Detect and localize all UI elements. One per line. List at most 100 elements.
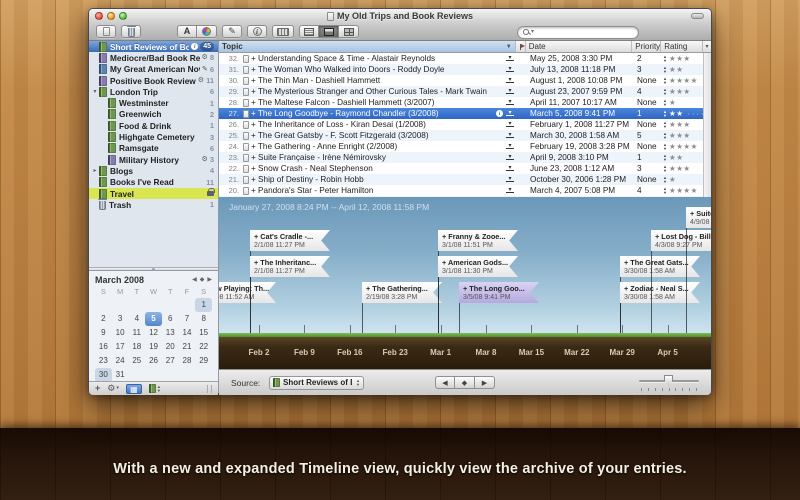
rating-stars[interactable]: ★★ ···· <box>669 109 703 118</box>
table-row[interactable]: 20.+ Pandora's Star - Peter Hamilton▾Mar… <box>219 185 703 196</box>
sidebar-item-greenwich[interactable]: Greenwich2 <box>89 109 218 120</box>
calendar-day[interactable]: 20 <box>162 340 179 354</box>
table-row[interactable]: 30.+ The Thin Man - Dashiell Hammett▾Aug… <box>219 75 703 86</box>
table-row[interactable]: 27.+ The Long Goodbye - Raymond Chandler… <box>219 108 703 119</box>
sidebar-item-mediocre-bad-book-rev[interactable]: Mediocre/Bad Book Rev...⚙8 <box>89 52 218 63</box>
column-header-priority[interactable]: Priority <box>632 41 661 52</box>
sidebar-item-travel[interactable]: Travel <box>89 188 218 199</box>
priority-stepper[interactable]: ▲▼ <box>663 143 667 150</box>
timeline-zoom-slider[interactable] <box>639 374 699 392</box>
search-options-caret[interactable]: ▾ <box>531 29 534 35</box>
calendar-day[interactable]: 16 <box>95 340 112 354</box>
calendar-day[interactable]: 6 <box>162 312 179 326</box>
priority-stepper[interactable]: ▲▼ <box>663 165 667 172</box>
rating-stars[interactable]: ★★★ <box>669 120 691 129</box>
disclosure-open-icon[interactable]: ▾ <box>91 88 99 95</box>
calendar-day[interactable]: 18 <box>128 340 145 354</box>
annotate-button[interactable]: ✎ <box>222 25 242 38</box>
rating-stars[interactable]: ★★★ <box>669 164 691 173</box>
sidebar-item-blogs[interactable]: ▸Blogs4 <box>89 165 218 176</box>
journal-switcher-button[interactable]: ▲▼ <box>149 384 161 393</box>
slider-thumb[interactable] <box>664 375 673 386</box>
priority-stepper[interactable]: ▲▼ <box>663 154 667 161</box>
timeline-flag[interactable]: + The Long Goo...3/5/08 9:41 PM <box>459 282 539 303</box>
priority-stepper[interactable]: ▲▼ <box>663 176 667 183</box>
info-badge-icon[interactable]: i <box>496 110 503 117</box>
sidebar-item-food-drink[interactable]: Food & Drink1 <box>89 120 218 131</box>
calendar-day[interactable]: 5 <box>145 312 162 326</box>
table-row[interactable]: 31.+ The Woman Who Walked into Doors - R… <box>219 64 703 75</box>
calendar-day[interactable]: 10 <box>112 326 129 340</box>
calendar-day[interactable]: 12 <box>145 326 162 340</box>
info-badge-icon[interactable]: i <box>191 43 198 50</box>
rating-stars[interactable]: ★★★ <box>669 87 691 96</box>
calendar-day[interactable]: 4 <box>128 312 145 326</box>
disclosure-closed-icon[interactable]: ▸ <box>91 167 99 174</box>
timeline-flag[interactable]: + Cat's Cradle -...2/1/08 11:27 PM <box>250 230 330 251</box>
calendar-prev-button[interactable]: ◀ <box>192 276 197 283</box>
action-menu-button[interactable]: ⚙▾ <box>107 384 119 393</box>
table-scrollbar[interactable] <box>703 53 711 197</box>
grid-view-button[interactable] <box>339 25 359 38</box>
calendar-day[interactable]: 2 <box>95 312 112 326</box>
sidebar-item-highgate-cemetery[interactable]: Highgate Cemetery3 <box>89 131 218 142</box>
calendar-day[interactable]: 14 <box>179 326 196 340</box>
priority-stepper[interactable]: ▲▼ <box>663 66 667 73</box>
minimize-button[interactable] <box>107 12 115 20</box>
delete-entry-button[interactable] <box>121 25 141 38</box>
priority-stepper[interactable]: ▲▼ <box>663 88 667 95</box>
timeline-flag[interactable]: + The Gathering...2/19/08 3:28 PM <box>362 282 442 303</box>
table-row[interactable]: 25.+ The Great Gatsby - F. Scott Fitzger… <box>219 130 703 141</box>
sidebar-item-london-trip[interactable]: ▾London Trip6 <box>89 86 218 97</box>
calendar-day[interactable]: 25 <box>128 354 145 368</box>
table-row[interactable]: 24.+ The Gathering - Anne Enright (2/200… <box>219 141 703 152</box>
timeline-flag[interactable]: + Franny & Zooe...3/1/08 11:51 PM <box>438 230 518 251</box>
sidebar-item-trash[interactable]: Trash1 <box>89 199 218 210</box>
calendar-day[interactable]: 7 <box>179 312 196 326</box>
add-journal-button[interactable]: + <box>95 384 100 393</box>
info-button[interactable]: i <box>247 25 267 38</box>
priority-stepper[interactable]: ▲▼ <box>663 110 667 117</box>
calendar-day[interactable]: 28 <box>179 354 196 368</box>
sidebar-item-westminster[interactable]: Westminster1 <box>89 97 218 108</box>
rating-stars[interactable]: ★★★★ <box>669 76 698 85</box>
colors-button[interactable] <box>197 25 217 38</box>
calendar-day[interactable]: 8 <box>195 312 212 326</box>
titlebar[interactable]: My Old Trips and Book Reviews <box>89 9 711 23</box>
table-row[interactable]: 21.+ Ship of Destiny - Robin Hobb▾Octobe… <box>219 174 703 185</box>
timeline-back-button[interactable]: ◀ <box>435 376 455 389</box>
calendar-day[interactable]: 21 <box>179 340 196 354</box>
table-row[interactable]: 29.+ The Mysterious Stranger and Other C… <box>219 86 703 97</box>
rating-stars[interactable]: ★★★★ <box>669 186 698 195</box>
timeline-flag[interactable]: + American Gods...3/1/08 11:30 PM <box>438 256 518 277</box>
calendar-next-button[interactable]: ▶ <box>207 276 212 283</box>
sidebar-item-ramsgate[interactable]: Ramsgate6 <box>89 143 218 154</box>
table-row[interactable]: 22.+ Snow Crash - Neal Stephenson▾June 2… <box>219 163 703 174</box>
timeline-flag[interactable]: + Zodiac - Neal S...3/30/08 1:58 AM <box>620 282 700 303</box>
new-entry-button[interactable] <box>96 25 116 38</box>
timeline-flag[interactable]: + The Great Gats...3/30/08 1:58 AM <box>620 256 700 277</box>
toolbar-toggle-pill[interactable] <box>691 13 704 19</box>
sidebar-item-short-reviews-of-boo[interactable]: Short Reviews of Booi45 <box>89 41 218 52</box>
calendar-day[interactable]: 29 <box>195 354 212 368</box>
calendar-day[interactable]: 31 <box>112 368 129 382</box>
column-header-date[interactable]: Date <box>526 41 633 52</box>
calendar-day[interactable]: 13 <box>162 326 179 340</box>
priority-stepper[interactable]: ▲▼ <box>663 77 667 84</box>
calendar-today-button[interactable]: ◆ <box>200 276 205 283</box>
resize-grip[interactable] <box>207 385 212 393</box>
timeline-flag[interactable]: + Now Playing: Th...1/28/08 11:52 AM <box>219 282 276 303</box>
calendar-day[interactable]: 9 <box>95 326 112 340</box>
table-row[interactable]: 26.+ The Inheritance of Loss - Kiran Des… <box>219 119 703 130</box>
table-row[interactable]: 32.+ Understanding Space & Time - Alasta… <box>219 53 703 64</box>
sidebar-item-books-i-ve-read[interactable]: Books I've Read11 <box>89 177 218 188</box>
timeline-today-button[interactable]: ◆ <box>455 376 475 389</box>
calendar-day[interactable]: 23 <box>95 354 112 368</box>
table-row[interactable]: 23.+ Suite Française - Irène Némirovsky▾… <box>219 152 703 163</box>
calendar-day[interactable]: 3 <box>112 312 129 326</box>
calendar-day[interactable]: 22 <box>195 340 212 354</box>
priority-stepper[interactable]: ▲▼ <box>663 187 667 194</box>
source-popup-button[interactable]: Short Reviews of B... ▲▼ <box>269 376 364 390</box>
entry-view-button[interactable] <box>299 25 319 38</box>
calendar-day[interactable]: 24 <box>112 354 129 368</box>
